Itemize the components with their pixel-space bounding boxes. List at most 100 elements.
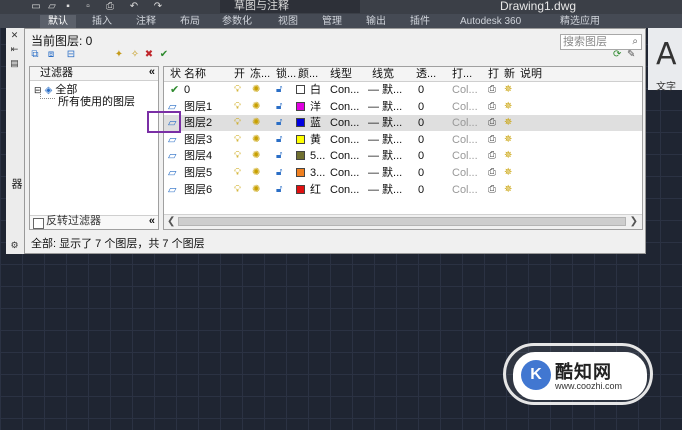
sun-thaw-icon[interactable]: ✺	[252, 85, 260, 95]
color-swatch[interactable]	[296, 168, 305, 177]
color-name[interactable]: 白	[310, 82, 321, 98]
sun-thaw-icon[interactable]: ✺	[252, 184, 260, 195]
layer-name[interactable]: 图层3	[184, 132, 212, 148]
lineweight-value[interactable]: — 默...	[368, 148, 402, 164]
sun-thaw-icon[interactable]: ✺	[252, 101, 260, 112]
tab-view[interactable]: 视图	[278, 15, 298, 28]
tab-manage[interactable]: 管理	[322, 15, 342, 28]
scroll-thumb[interactable]	[178, 217, 626, 226]
refresh-icon[interactable]: ⟳	[613, 49, 621, 60]
transparency-value[interactable]: 0	[418, 99, 424, 115]
color-name[interactable]: 蓝	[310, 115, 321, 131]
color-name[interactable]: 3...	[310, 165, 325, 181]
scroll-left-icon[interactable]: ❮	[167, 215, 175, 229]
delete-layer-icon[interactable]: ✖	[143, 49, 155, 61]
linetype-value[interactable]: Con...	[330, 165, 359, 181]
col-linetype[interactable]: 线型	[330, 67, 352, 81]
printer-icon[interactable]: ⎙	[488, 118, 496, 128]
bulb-on-icon[interactable]: 💡︎	[234, 151, 241, 161]
tree-item-used-layers[interactable]: 所有使用的图层	[58, 93, 135, 109]
sun-thaw-icon[interactable]: ✺	[252, 168, 260, 178]
unlock-icon[interactable]: 🔓︎	[276, 118, 282, 128]
sun-thaw-icon[interactable]: ✺	[252, 151, 260, 161]
printer-icon[interactable]: ⎙	[488, 168, 496, 178]
layer-name[interactable]: 图层1	[184, 99, 212, 115]
palette-title-strip[interactable]: ✕ ⇤ ▤ 图层特性管理器 ⚙	[6, 28, 38, 254]
color-name[interactable]: 洋	[310, 99, 321, 115]
printer-icon[interactable]: ⎙	[488, 184, 496, 195]
unlock-icon[interactable]: 🔓︎	[276, 184, 282, 195]
new-property-filter-icon[interactable]: ⧉	[29, 49, 41, 61]
new-layer-icon[interactable]: ✦	[113, 49, 125, 61]
col-freeze[interactable]: 冻...	[250, 67, 270, 81]
layer-row[interactable]: ▱ 图层2 💡︎ ✺ 🔓︎ 蓝 Con... — 默... 0 Col... ⎙ ✵	[164, 115, 642, 132]
printer-icon[interactable]: ⎙	[488, 101, 496, 112]
transparency-value[interactable]: 0	[418, 148, 424, 164]
tab-layout[interactable]: 布局	[180, 15, 200, 28]
layer-name[interactable]: 图层5	[184, 165, 212, 181]
linetype-value[interactable]: Con...	[330, 132, 359, 148]
col-lock[interactable]: 锁...	[276, 67, 296, 81]
tab-annotate[interactable]: 注释	[136, 15, 156, 28]
lineweight-value[interactable]: — 默...	[368, 182, 402, 198]
color-swatch[interactable]	[296, 85, 305, 94]
col-plot-style[interactable]: 打...	[452, 67, 472, 81]
undo-icon[interactable]: ↶	[128, 1, 140, 12]
collapse-bottom-icon[interactable]: «	[149, 215, 155, 227]
printer-icon[interactable]: ⎙	[488, 134, 496, 145]
layer-row[interactable]: ▱ 图层3 💡︎ ✺ 🔓︎ 黄 Con... — 默... 0 Col... ⎙ ✵	[164, 132, 642, 148]
sun-thaw-icon[interactable]: ✺	[252, 134, 260, 145]
unlock-icon[interactable]: 🔓︎	[276, 151, 282, 161]
transparency-value[interactable]: 0	[418, 132, 424, 148]
close-icon[interactable]: ✕	[9, 30, 20, 40]
linetype-value[interactable]: Con...	[330, 99, 359, 115]
workspace-selector[interactable]: 草图与注释	[220, 0, 360, 13]
color-swatch[interactable]	[296, 184, 305, 194]
layer-row[interactable]: ▱ 图层6 💡︎ ✺ 🔓︎ 红 Con... — 默... 0 Col... ⎙ ✵	[164, 182, 642, 198]
settings-icon[interactable]: ⚙	[9, 240, 20, 250]
printer-icon[interactable]: ⎙	[488, 85, 496, 95]
autohide-icon[interactable]: ⇤	[9, 44, 20, 54]
color-swatch[interactable]	[296, 134, 305, 144]
layer-row[interactable]: ▱ 图层5 💡︎ ✺ 🔓︎ 3... Con... — 默... 0 Col... ⎙ ✵	[164, 165, 642, 181]
redo-icon[interactable]: ↷	[152, 1, 164, 12]
new-vp-freeze-icon[interactable]: ✵	[504, 184, 512, 195]
bulb-on-icon[interactable]: 💡︎	[234, 85, 241, 95]
settings-wrench-icon[interactable]: ✎	[627, 49, 635, 60]
col-plot[interactable]: 打	[488, 67, 499, 81]
linetype-value[interactable]: Con...	[330, 182, 359, 198]
linetype-value[interactable]: Con...	[330, 82, 359, 98]
tab-featured-apps[interactable]: 精选应用	[560, 15, 600, 28]
unlock-icon[interactable]: 🔓︎	[276, 101, 282, 112]
color-name[interactable]: 5...	[310, 148, 325, 164]
transparency-value[interactable]: 0	[418, 82, 424, 98]
new-vp-freeze-icon[interactable]: ✵	[504, 134, 512, 145]
new-layer-frozen-icon[interactable]: ✧	[129, 49, 141, 61]
bulb-on-icon[interactable]: 💡︎	[234, 101, 241, 112]
tab-default[interactable]: 默认	[40, 15, 76, 28]
set-current-icon[interactable]: ✔	[158, 49, 170, 61]
col-description[interactable]: 说明	[520, 67, 542, 81]
layer-row[interactable]: ✔ 0 💡︎ ✺ 🔓︎ 白 Con... — 默... 0 Col... ⎙ ✵	[164, 82, 642, 98]
layer-name[interactable]: 0	[184, 82, 190, 98]
open-file-icon[interactable]: ▱	[46, 1, 58, 12]
scroll-right-icon[interactable]: ❯	[630, 215, 638, 229]
linetype-value[interactable]: Con...	[330, 148, 359, 164]
text-tool-button[interactable]: A	[656, 40, 677, 70]
col-color[interactable]: 颜...	[298, 67, 318, 81]
col-on[interactable]: 开	[234, 67, 245, 81]
lineweight-value[interactable]: — 默...	[368, 165, 402, 181]
bulb-on-icon[interactable]: 💡︎	[234, 168, 241, 178]
linetype-value[interactable]: Con...	[330, 115, 359, 131]
tab-autodesk-360[interactable]: Autodesk 360	[460, 15, 521, 28]
save-as-icon[interactable]: ▫	[82, 1, 94, 12]
col-transparency[interactable]: 透...	[416, 67, 436, 81]
unlock-icon[interactable]: 🔓︎	[276, 85, 282, 95]
color-swatch[interactable]	[296, 101, 305, 111]
col-name[interactable]: 名称	[184, 67, 206, 81]
lineweight-value[interactable]: — 默...	[368, 82, 402, 98]
new-vp-freeze-icon[interactable]: ✵	[504, 151, 512, 161]
horizontal-scrollbar[interactable]: ❮ ❯	[164, 214, 642, 229]
print-icon[interactable]: ⎙	[104, 1, 116, 12]
transparency-value[interactable]: 0	[418, 165, 424, 181]
